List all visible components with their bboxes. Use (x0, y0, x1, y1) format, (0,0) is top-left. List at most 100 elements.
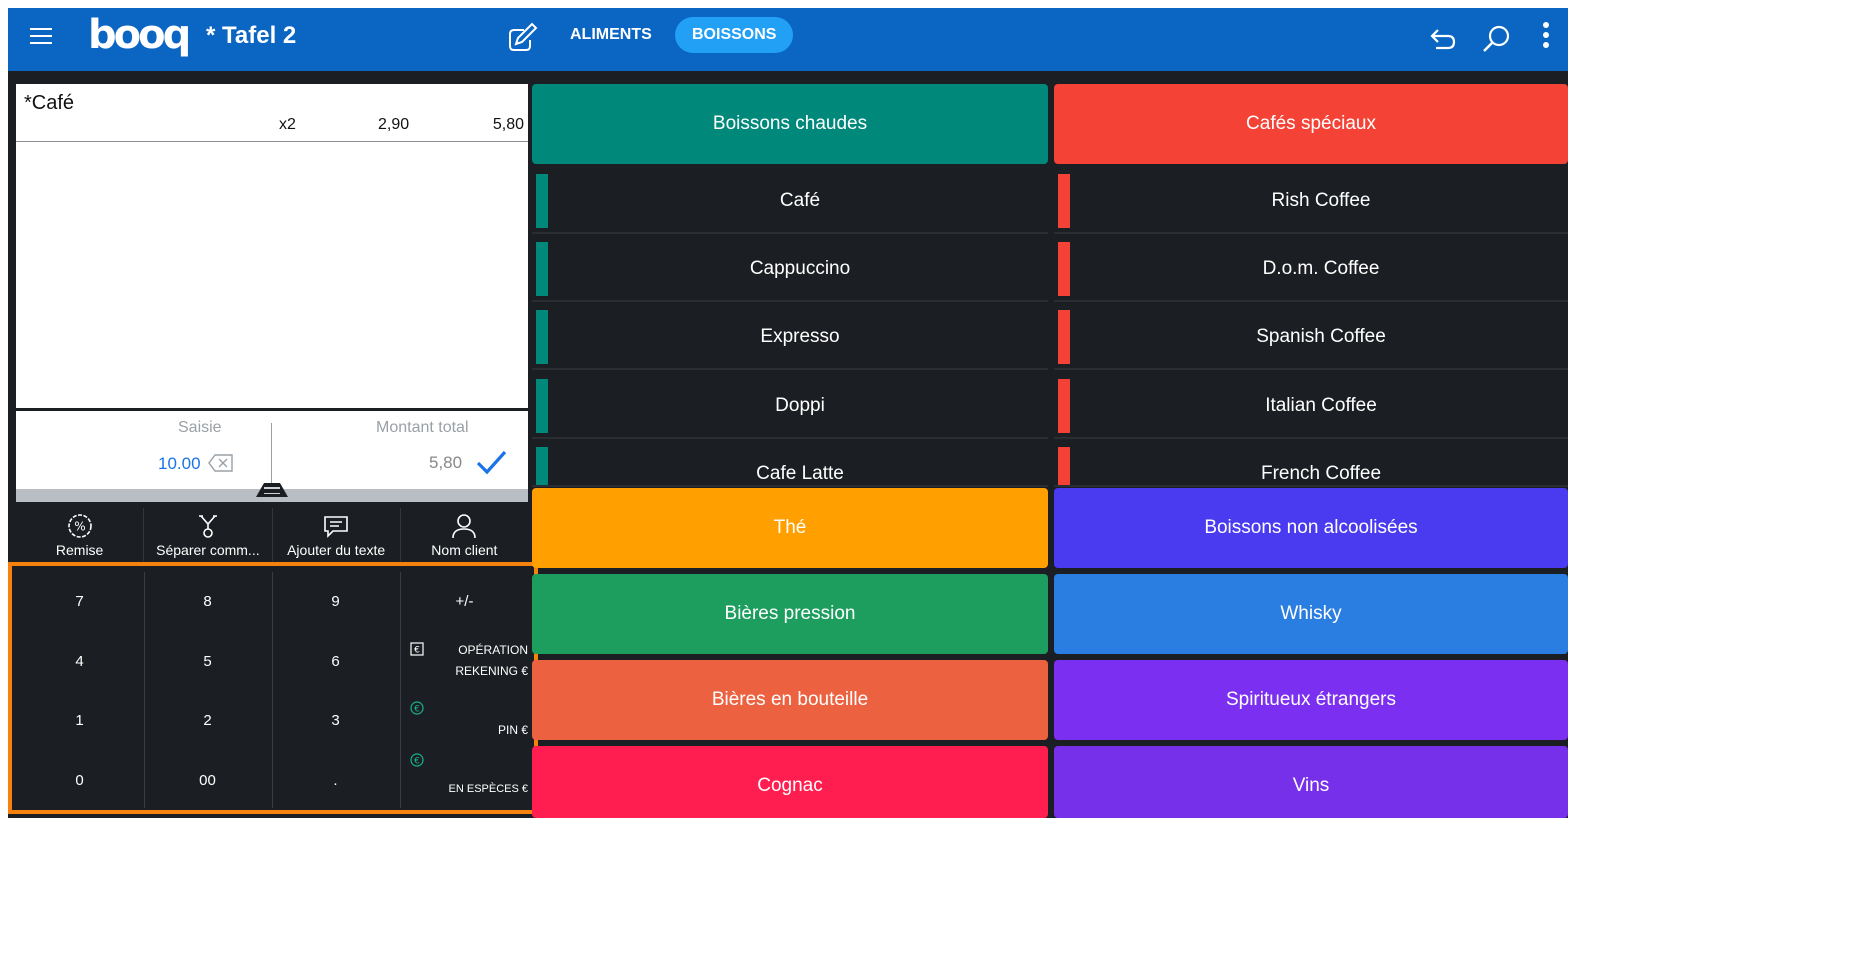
key-0[interactable]: 0 (16, 751, 143, 810)
entry-label: Saisie (178, 419, 222, 436)
product-item[interactable]: Rish Coffee (1054, 168, 1568, 234)
payment-cash-button[interactable]: € EN ESPÈCES € (404, 751, 534, 810)
product-item[interactable]: Expresso (532, 304, 1048, 370)
total-value: 5,80 (429, 453, 463, 472)
key-4[interactable]: 4 (16, 632, 143, 691)
tab-aliments[interactable]: ALIMENTS (553, 17, 669, 53)
discount-icon: % (67, 514, 92, 538)
order-line-qty: x2 (279, 116, 296, 133)
category-color-bar (1058, 447, 1070, 485)
category-color-bar (1058, 242, 1070, 296)
product-item[interactable]: Spanish Coffee (1054, 304, 1568, 370)
key-decimal[interactable]: . (272, 751, 399, 810)
search-icon[interactable] (1480, 22, 1514, 56)
svg-text:€: € (414, 646, 420, 656)
category-boissons-non-alcoolisees[interactable]: Boissons non alcoolisées (1054, 488, 1568, 568)
category-color-bar (1058, 379, 1070, 433)
product-item[interactable]: Italian Coffee (1054, 373, 1568, 439)
product-label: Rish Coffee (1271, 190, 1371, 211)
category-color-bar (536, 174, 548, 228)
category-color-bar (536, 242, 548, 296)
product-item[interactable]: French Coffee (1054, 441, 1568, 487)
app-window: booq * Tafel 2 ALIMENTS BOISSONS *Café x… (8, 8, 1568, 818)
category-color-bar (536, 310, 548, 364)
add-text-label: Ajouter du texte (287, 542, 386, 558)
product-label: Cappuccino (749, 258, 851, 279)
key-7[interactable]: 7 (16, 572, 143, 631)
order-line-price: 2,90 (378, 116, 410, 133)
category-bieres-pression[interactable]: Bières pression (532, 574, 1048, 654)
booq-logo: booq (88, 12, 191, 58)
key-plus-minus[interactable]: +/- (401, 572, 528, 631)
product-label: Expresso (760, 326, 840, 347)
category-vins[interactable]: Vins (1054, 746, 1568, 818)
category-spiritueux-etrangers[interactable]: Spiritueux étrangers (1054, 660, 1568, 740)
numeric-keypad: 7 8 9 +/- 4 5 6 1 2 3 0 00 . € OPÉRATION… (8, 562, 538, 814)
product-label: Doppi (775, 395, 825, 416)
order-summary: Saisie 10.00 Montant total 5,80 (16, 411, 528, 489)
menu-icon[interactable] (30, 28, 54, 50)
category-cognac[interactable]: Cognac (532, 746, 1048, 818)
order-line-total: 5,80 (492, 116, 524, 133)
summary-divider (271, 423, 272, 489)
total-label: Montant total (376, 419, 469, 436)
key-00[interactable]: 00 (144, 751, 271, 810)
euro-icon: € (410, 753, 424, 767)
product-label: Cafe Latte (756, 463, 844, 484)
invoice-label-line1: OPÉRATION (458, 643, 528, 657)
split-icon (198, 515, 217, 538)
page-title: * Tafel 2 (206, 22, 297, 49)
backspace-icon[interactable] (208, 453, 234, 473)
entry-value: 10.00 (158, 454, 201, 473)
category-boissons-chaudes[interactable]: Boissons chaudes (532, 84, 1048, 164)
add-text-button[interactable]: Ajouter du texte (273, 508, 401, 561)
order-line-name: *Café (24, 92, 75, 114)
product-item[interactable]: Doppi (532, 373, 1048, 439)
euro-icon: € (410, 701, 424, 715)
product-label: French Coffee (1260, 463, 1382, 484)
more-icon[interactable] (1538, 22, 1554, 56)
category-cafes-speciaux[interactable]: Cafés spéciaux (1054, 84, 1568, 164)
split-order-label: Séparer comm... (156, 542, 260, 558)
product-label: D.o.m. Coffee (1262, 258, 1380, 279)
key-5[interactable]: 5 (144, 632, 271, 691)
product-item[interactable]: Cafe Latte (532, 441, 1048, 487)
key-8[interactable]: 8 (144, 572, 271, 631)
payment-pin-button[interactable]: € PIN € (404, 691, 534, 750)
edit-icon[interactable] (504, 22, 538, 56)
cash-label: EN ESPÈCES € (448, 783, 528, 795)
discount-label: Remise (55, 542, 104, 558)
category-color-bar (1058, 174, 1070, 228)
customer-name-label: Nom client (431, 542, 498, 558)
product-item[interactable]: Cappuccino (532, 236, 1048, 302)
svg-text:€: € (414, 757, 420, 767)
customer-name-button[interactable]: Nom client (401, 508, 528, 561)
key-3[interactable]: 3 (272, 691, 399, 750)
product-item[interactable]: Café (532, 168, 1048, 234)
key-9[interactable]: 9 (272, 572, 399, 631)
key-2[interactable]: 2 (144, 691, 271, 750)
payment-invoice-button[interactable]: € OPÉRATION REKENING € (404, 632, 534, 691)
key-6[interactable]: 6 (272, 632, 399, 691)
user-icon (452, 514, 477, 539)
product-label: Italian Coffee (1265, 395, 1377, 416)
discount-button[interactable]: % Remise (16, 508, 145, 561)
category-whisky[interactable]: Whisky (1054, 574, 1568, 654)
key-1[interactable]: 1 (16, 691, 143, 750)
check-icon[interactable] (474, 447, 508, 477)
panel-resize-handle[interactable] (16, 483, 528, 502)
category-bieres-en-bouteille[interactable]: Bières en bouteille (532, 660, 1048, 740)
category-the[interactable]: Thé (532, 488, 1048, 568)
tab-boissons[interactable]: BOISSONS (675, 17, 794, 53)
top-bar: booq * Tafel 2 ALIMENTS BOISSONS (8, 8, 1568, 71)
order-line[interactable]: *Café x2 2,90 5,80 (16, 84, 528, 142)
category-color-bar (536, 447, 548, 485)
invoice-label-line2: REKENING € (455, 664, 528, 678)
svg-text:%: % (74, 520, 85, 534)
undo-icon[interactable] (1426, 22, 1460, 56)
order-ticket: *Café x2 2,90 5,80 (16, 84, 528, 408)
split-order-button[interactable]: Séparer comm... (144, 508, 273, 561)
category-color-bar (1058, 310, 1070, 364)
invoice-icon: € (410, 642, 424, 656)
product-item[interactable]: D.o.m. Coffee (1054, 236, 1568, 302)
